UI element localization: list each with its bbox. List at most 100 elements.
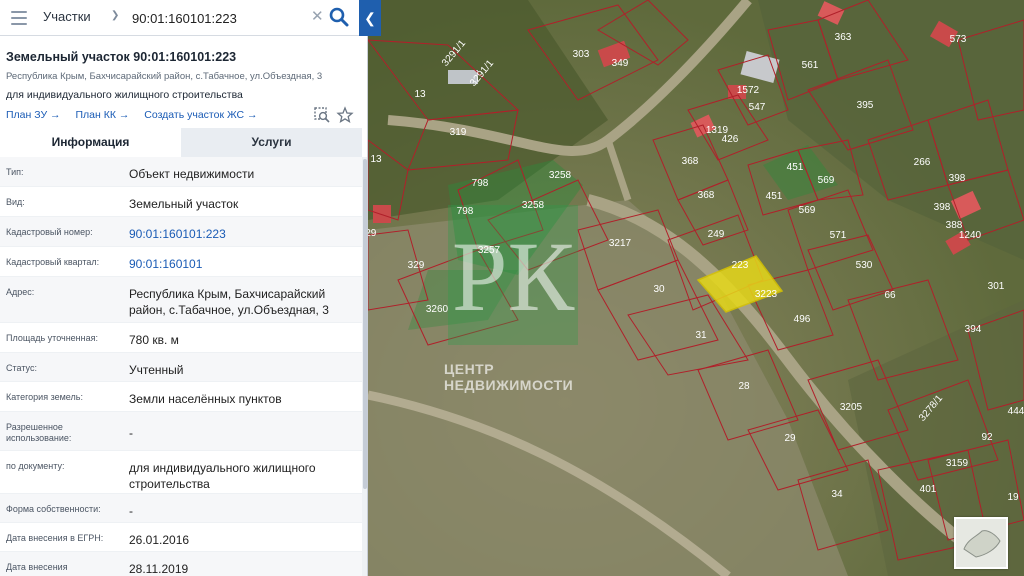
parcel-number-label[interactable]: 3260 [426, 304, 449, 315]
zoom-to-icon[interactable] [313, 106, 331, 124]
close-icon[interactable]: ✕ [311, 8, 324, 26]
watermark-line: ЦЕНТР [444, 361, 495, 377]
info-row-value: 26.01.2016 [129, 533, 190, 547]
panel-tabs: Информация Услуги [0, 128, 362, 157]
info-row: Тип: Объект недвижимости [0, 157, 362, 187]
parcel-number-label[interactable]: 394 [965, 324, 982, 335]
info-row: Кадастровый квартал: 90:01:160101 [0, 247, 362, 277]
parcel-number-label[interactable]: 3257 [478, 245, 501, 256]
info-row-label: Категория земель: [6, 392, 83, 402]
info-row-value: Республика Крым, Бахчисарайский район, с… [129, 287, 329, 317]
parcel-number-label[interactable]: 451 [766, 191, 783, 202]
parcel-number-label[interactable]: 496 [794, 314, 811, 325]
watermark-line: НЕДВИЖИМОСТИ [444, 377, 574, 393]
parcel-number-label[interactable]: 266 [914, 157, 931, 168]
parcel-number-label[interactable]: 13 [370, 154, 382, 165]
info-row-label: Тип: [6, 167, 24, 177]
info-row-label: Разрешенное использование: [6, 422, 72, 443]
parcel-number-label[interactable]: 398 [934, 202, 951, 213]
info-row-label: Кадастровый номер: [6, 227, 93, 237]
info-row-value: - [129, 426, 133, 440]
info-row: Статус: Учтенный [0, 353, 362, 382]
info-row-label: Дата внесения в ЕГРН: [6, 533, 104, 543]
parcel-number-label[interactable]: 426 [722, 134, 739, 145]
parcel-card-header: Земельный участок 90:01:160101:223 Респу… [0, 36, 367, 128]
info-row-value: Учтенный [129, 363, 184, 377]
parcel-number-label[interactable]: 573 [950, 34, 967, 45]
search-bar: Участки ❯ ✕ [0, 0, 367, 36]
tab-services[interactable]: Услуги [181, 128, 362, 157]
parcel-number-label[interactable]: 395 [857, 100, 874, 111]
parcel-number-label[interactable]: 301 [988, 281, 1005, 292]
parcel-number-label[interactable]: 3159 [946, 458, 969, 469]
parcel-number-label[interactable]: 1240 [959, 230, 982, 241]
parcel-number-label[interactable]: 28 [738, 381, 750, 392]
menu-icon[interactable] [11, 11, 27, 25]
parcel-number-label[interactable]: 569 [799, 205, 816, 216]
parcel-number-label[interactable]: 561 [802, 60, 819, 71]
info-row-label: Дата внесения [6, 562, 68, 572]
parcel-number-label[interactable]: 303 [573, 49, 590, 60]
parcel-number-label[interactable]: 401 [920, 484, 937, 495]
parcel-number-label[interactable]: 398 [949, 173, 966, 184]
parcel-number-label[interactable]: 30 [653, 284, 665, 295]
parcel-number-label[interactable]: 249 [708, 229, 725, 240]
parcel-number-label[interactable]: 92 [981, 432, 993, 443]
parcel-number-label[interactable]: 571 [830, 230, 847, 241]
parcel-number-label[interactable]: 31 [695, 330, 707, 341]
search-icon[interactable] [326, 4, 352, 30]
parcel-number-label[interactable]: 329 [368, 228, 377, 239]
parcel-number-label[interactable]: 3258 [549, 170, 572, 181]
star-icon[interactable] [336, 106, 354, 124]
cadastral-quarter-link[interactable]: 90:01:160101 [129, 256, 354, 272]
map-view[interactable]: РК 303 349 3291/1 3291/1 13 319 363 561 547 395 13… [368, 0, 1024, 576]
parcel-number-label[interactable]: 329 [408, 260, 425, 271]
map-canvas[interactable]: РК 3033493291/13291/113319363561547 39513… [368, 0, 1024, 576]
parcel-number-label[interactable]: 319 [450, 127, 467, 138]
parcel-number-label[interactable]: 798 [472, 178, 489, 189]
chevron-down-icon[interactable]: ❯ [111, 10, 119, 21]
parcel-number-label[interactable]: 223 [732, 260, 749, 271]
search-type-select[interactable]: Участки [43, 9, 91, 24]
parcel-number-label[interactable]: 798 [457, 206, 474, 217]
info-row-label: Статус: [6, 363, 37, 373]
minimap[interactable] [954, 517, 1008, 569]
parcel-title: Земельный участок 90:01:160101:223 [6, 50, 237, 64]
parcel-number-label[interactable]: 349 [612, 58, 629, 69]
parcel-number-label[interactable]: 444 [1008, 406, 1024, 417]
parcel-number-label[interactable]: 19 [1007, 492, 1019, 503]
parcel-number-label[interactable]: 547 [749, 102, 766, 113]
parcel-number-label[interactable]: 29 [784, 433, 796, 444]
parcel-links: План ЗУ → План КК → Создать участок ЖС → [6, 109, 270, 121]
parcel-number-label[interactable]: 368 [682, 156, 699, 167]
parcel-number-label[interactable]: 13 [414, 89, 426, 100]
plan-kk-link[interactable]: План КК → [75, 109, 129, 121]
parcel-number-label[interactable]: 3205 [840, 402, 863, 413]
create-parcel-link[interactable]: Создать участок ЖС → [144, 109, 257, 121]
info-row-value: для индивидуального жилищного строительс… [129, 461, 316, 491]
info-row-label: Форма собственности: [6, 504, 101, 514]
parcel-number-label[interactable]: 368 [698, 190, 715, 201]
parcel-number-label[interactable]: 3258 [522, 200, 545, 211]
scroll-thumb[interactable] [363, 159, 367, 489]
parcel-number-label[interactable]: 530 [856, 260, 873, 271]
info-row-value: 780 кв. м [129, 333, 179, 347]
parcel-number-label[interactable]: 66 [884, 290, 896, 301]
parcel-number-label[interactable]: 3217 [609, 238, 632, 249]
info-panel: Участки ❯ ✕ Земельный участок 90:01:1601… [0, 0, 368, 576]
parcel-number-label[interactable]: 451 [787, 162, 804, 173]
tab-info[interactable]: Информация [0, 128, 181, 157]
plan-zu-link[interactable]: План ЗУ → [6, 109, 61, 121]
parcel-number-label[interactable]: 3223 [755, 289, 778, 300]
info-row-label: Площадь уточненная: [6, 333, 98, 343]
parcel-number-label[interactable]: 569 [818, 175, 835, 186]
parcel-number-label[interactable]: 34 [831, 489, 843, 500]
info-row-value: - [129, 504, 133, 518]
info-table: Тип: Объект недвижимости Вид: Земельный … [0, 157, 362, 576]
parcel-number-label[interactable]: 363 [835, 32, 852, 43]
search-input[interactable] [132, 7, 304, 29]
parcel-number-label[interactable]: 1572 [737, 85, 760, 96]
cadastral-number-link[interactable]: 90:01:160101:223 [129, 226, 354, 242]
watermark-logo: РК [448, 205, 578, 345]
collapse-panel-button[interactable]: ❮ [359, 0, 381, 36]
